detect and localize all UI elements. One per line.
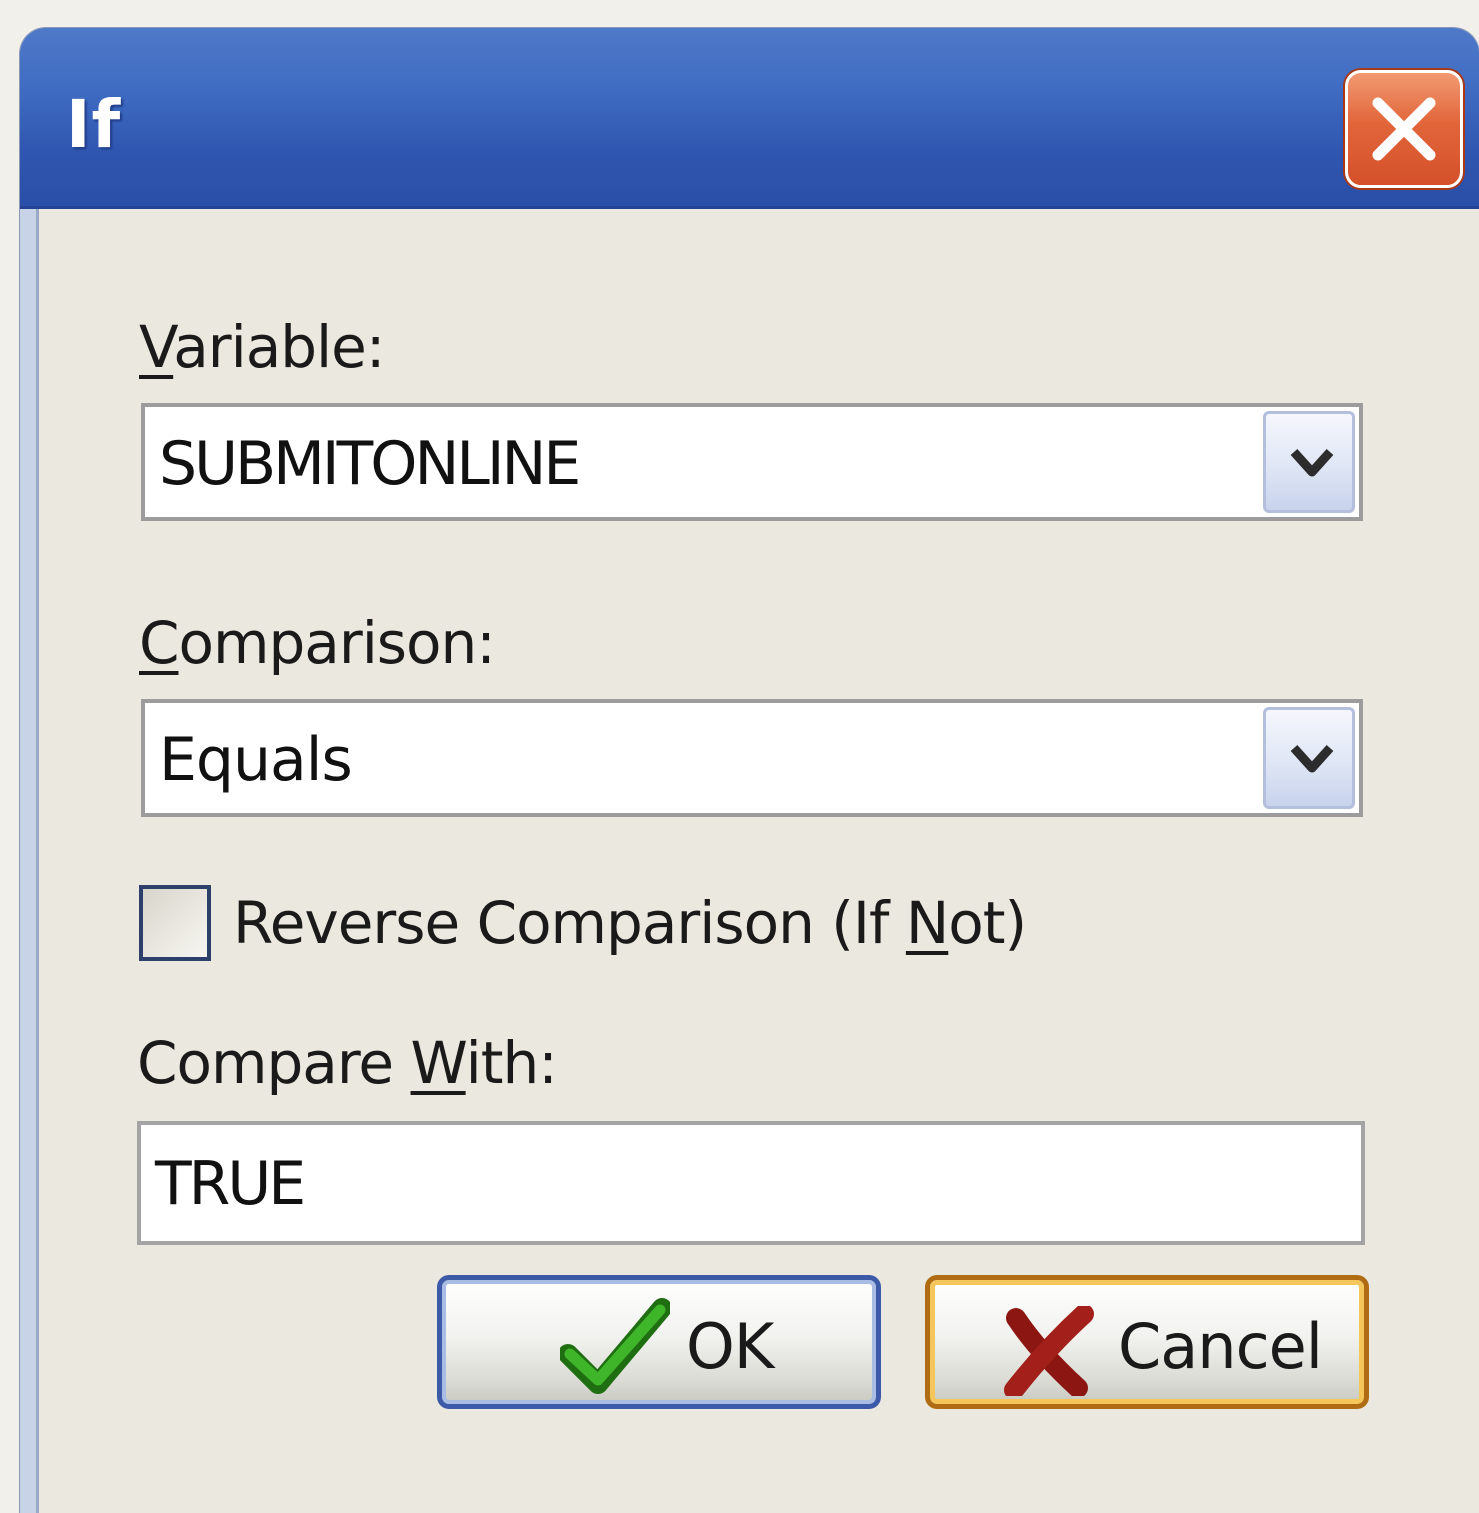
title-bar[interactable]: If (20, 28, 1479, 209)
chevron-down-icon (1290, 448, 1334, 477)
dialog-body: Variable: SUBMITONLINE Comparison: Equal… (36, 209, 1479, 1513)
variable-label: Variable: (139, 313, 385, 381)
compare-with-label: Compare With: (137, 1029, 558, 1097)
variable-dropdown[interactable]: SUBMITONLINE (141, 403, 1363, 521)
comparison-dropdown-button[interactable] (1263, 707, 1355, 809)
compare-with-input[interactable]: TRUE (137, 1121, 1365, 1245)
ok-button[interactable]: OK (437, 1275, 881, 1409)
checkmark-icon (560, 1298, 670, 1394)
comparison-dropdown[interactable]: Equals (141, 699, 1363, 817)
comparison-label: Comparison: (139, 609, 496, 677)
reverse-comparison-label[interactable]: Reverse Comparison (If Not) (233, 889, 1027, 957)
x-mark-icon (1004, 1306, 1094, 1396)
if-dialog: If Variable: SUBMITONLINE Comparison: Eq… (20, 28, 1479, 1513)
cancel-button[interactable]: Cancel (925, 1275, 1369, 1409)
reverse-comparison-checkbox[interactable] (139, 885, 211, 961)
comparison-value: Equals (159, 725, 353, 795)
variable-dropdown-button[interactable] (1263, 411, 1355, 513)
cancel-label: Cancel (1118, 1310, 1323, 1383)
ok-label: OK (686, 1310, 774, 1383)
variable-value: SUBMITONLINE (159, 429, 581, 499)
compare-with-value: TRUE (155, 1149, 306, 1219)
dialog-title: If (66, 86, 122, 163)
chevron-down-icon (1290, 744, 1334, 773)
close-icon (1372, 97, 1436, 161)
close-button[interactable] (1345, 70, 1463, 188)
